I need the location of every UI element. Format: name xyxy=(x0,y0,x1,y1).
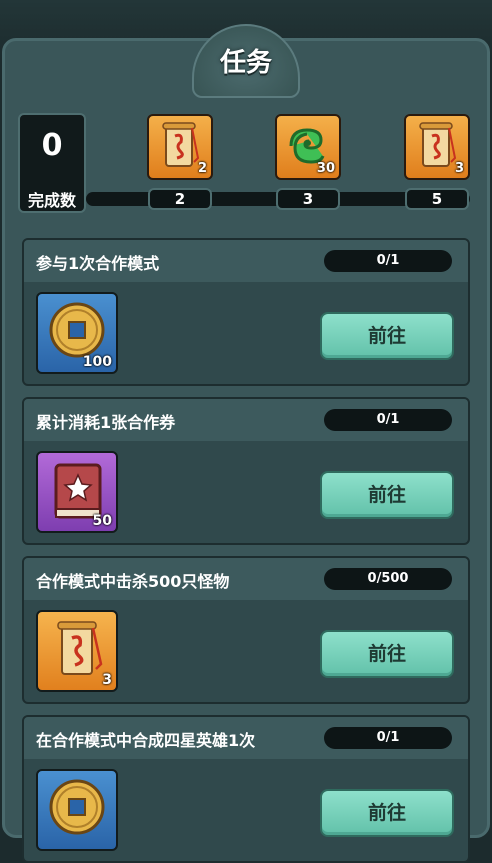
task-title: 累计消耗1张合作券 xyxy=(36,413,176,432)
task-progress: 0/1 xyxy=(324,727,452,749)
reward-quantity: 50 xyxy=(92,513,112,529)
milestone-reward-qty: 3 xyxy=(454,161,464,176)
page-title: 任务 xyxy=(219,48,272,78)
go-button[interactable]: 前往 xyxy=(320,471,454,519)
task-title: 参与1次合作模式 xyxy=(36,254,160,273)
task-reward[interactable]: 100 xyxy=(36,292,118,374)
coin-icon xyxy=(49,779,105,835)
task-title: 在合作模式中合成四星英雄1次 xyxy=(36,731,256,750)
milestone-reward-2[interactable]: 30 xyxy=(275,114,341,180)
task-card: 在合作模式中合成四星英雄1次 0/1 前往 xyxy=(22,715,470,863)
milestone-reward-qty: 2 xyxy=(197,161,207,176)
go-button[interactable]: 前往 xyxy=(320,789,454,837)
completion-count: 0 xyxy=(41,128,63,163)
task-reward[interactable] xyxy=(36,769,118,851)
task-reward[interactable]: 3 xyxy=(36,610,118,692)
task-title: 合作模式中击杀500只怪物 xyxy=(36,572,230,591)
task-progress: 0/1 xyxy=(324,250,452,272)
completion-label: 完成数 xyxy=(27,191,76,210)
go-button[interactable]: 前往 xyxy=(320,630,454,678)
milestone-threshold-1: 2 xyxy=(148,188,212,210)
task-reward[interactable]: 50 xyxy=(36,451,118,533)
task-card: 累计消耗1张合作券 0/1 50 前往 xyxy=(22,397,470,545)
task-progress: 0/500 xyxy=(324,568,452,590)
milestone-threshold-3: 5 xyxy=(405,188,469,210)
go-button[interactable]: 前往 xyxy=(320,312,454,360)
task-progress: 0/1 xyxy=(324,409,452,431)
reward-quantity: 3 xyxy=(102,672,112,688)
task-card: 参与1次合作模式 0/1 100 前往 xyxy=(22,238,470,386)
milestone-reward-1[interactable]: 2 xyxy=(147,114,213,180)
task-card: 合作模式中击杀500只怪物 0/500 3 前往 xyxy=(22,556,470,704)
reward-quantity: 100 xyxy=(82,354,112,370)
milestone-threshold-2: 3 xyxy=(276,188,340,210)
milestone-reward-qty: 30 xyxy=(316,161,335,176)
milestone-reward-3[interactable]: 3 xyxy=(404,114,470,180)
